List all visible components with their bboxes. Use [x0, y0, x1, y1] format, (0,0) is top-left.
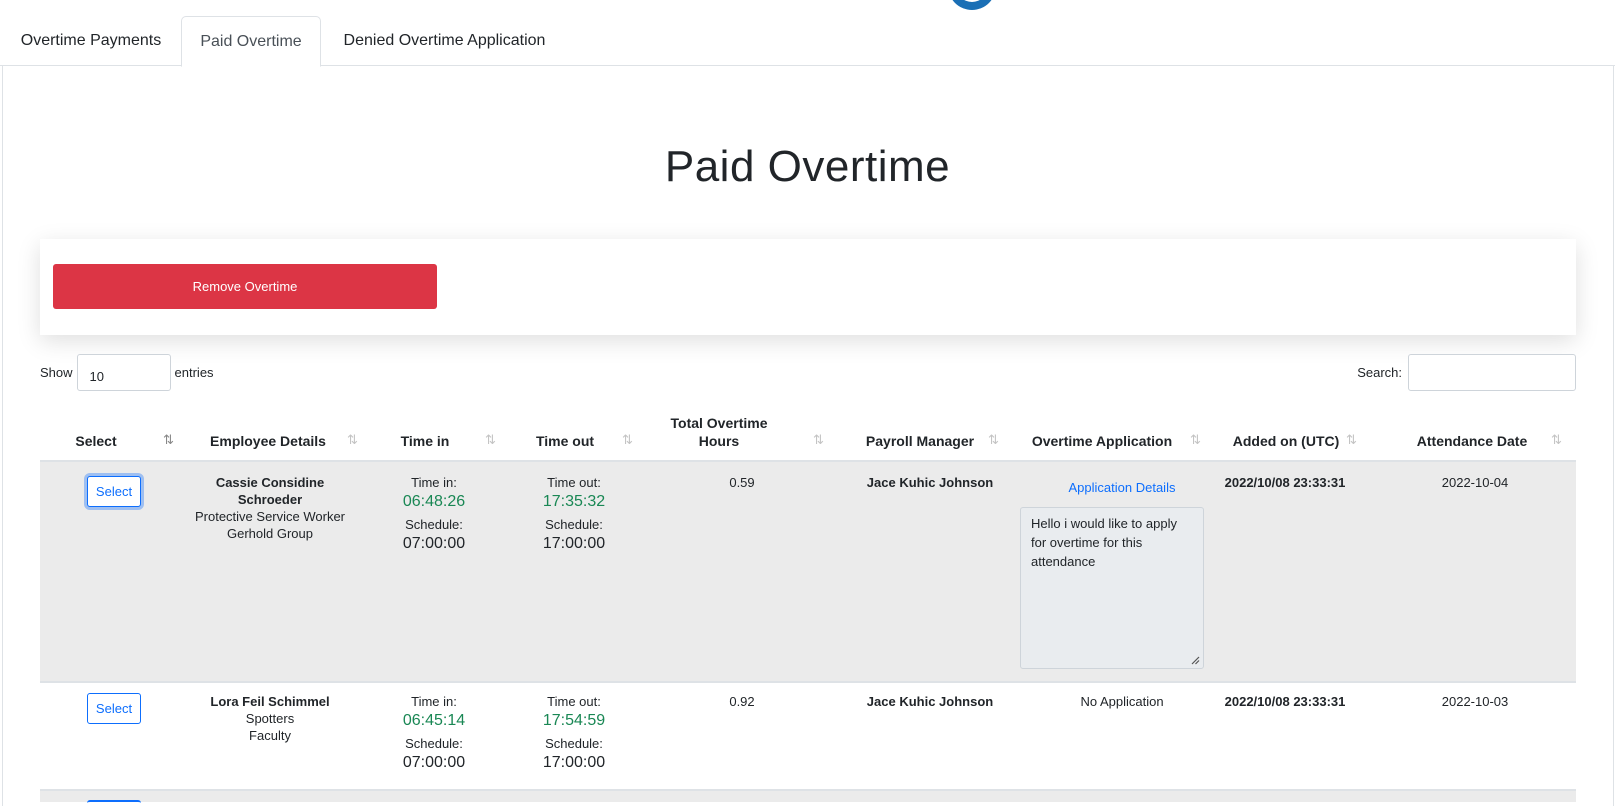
- added-on: 2022/10/08 23:33:31: [1224, 694, 1346, 709]
- sort-icon[interactable]: ⇅: [1346, 432, 1357, 448]
- attendance-date: 2022-10-04: [1441, 475, 1509, 490]
- schedule-label: Schedule:: [545, 736, 603, 751]
- schedule-in-value: 07:00:00: [402, 754, 466, 771]
- employee-name: Lora Feil Schimmel: [210, 694, 330, 709]
- time-in-cell: Time in: 06:45:14 Schedule: 07:00:00: [384, 693, 484, 771]
- time-out-cell: Time out: 17:54:59 Schedule: 17:00:00: [524, 693, 624, 771]
- schedule-label: Schedule:: [405, 736, 463, 751]
- employee-position: Spotters: [245, 711, 295, 726]
- schedule-out-value: 17:00:00: [542, 535, 606, 552]
- employee-company: Gerhold Group: [227, 526, 313, 541]
- time-in-label: Time in:: [411, 475, 457, 490]
- entries-length-control: Show 10 entries: [40, 354, 214, 391]
- tab-bar: Overtime Payments Paid Overtime Denied O…: [0, 16, 1615, 67]
- sort-icon[interactable]: ⇅: [485, 432, 496, 448]
- col-header-payroll-manager[interactable]: Payroll Manager: [850, 432, 990, 450]
- select-button[interactable]: Select: [87, 693, 141, 724]
- action-card: Remove Overtime: [40, 239, 1576, 335]
- schedule-out-value: 17:00:00: [542, 754, 606, 771]
- tab-denied-overtime-application[interactable]: Denied Overtime Application: [322, 16, 567, 66]
- sort-icon[interactable]: ⇅: [1551, 432, 1562, 448]
- payroll-manager: Jace Kuhic Johnson: [866, 475, 994, 490]
- employee-company: Faculty: [249, 728, 291, 743]
- total-overtime-hours: 0.59: [729, 475, 755, 490]
- show-label: Show: [40, 365, 73, 380]
- logo-fragment: [948, 0, 996, 10]
- time-in-value: 06:45:14: [402, 712, 466, 729]
- employee-name: Cassie Considine Schroeder: [215, 475, 325, 507]
- time-out-label: Time out:: [547, 694, 601, 709]
- attendance-date: 2022-10-03: [1441, 694, 1509, 709]
- added-on: 2022/10/08 23:33:31: [1224, 475, 1346, 490]
- schedule-label: Schedule:: [545, 517, 603, 532]
- time-in-value: 06:48:26: [402, 493, 466, 510]
- application-status: No Application: [1080, 694, 1164, 709]
- sort-icon[interactable]: ⇅: [347, 432, 358, 448]
- application-text[interactable]: Hello i would like to apply for overtime…: [1020, 507, 1204, 669]
- table-row: [40, 791, 1576, 802]
- employee-details: Cassie Considine Schroeder Protective Se…: [190, 474, 350, 542]
- application-details-link[interactable]: Application Details: [1030, 479, 1214, 496]
- total-overtime-hours: 0.92: [729, 694, 755, 709]
- time-in-cell: Time in: 06:48:26 Schedule: 07:00:00: [384, 474, 484, 552]
- schedule-label: Schedule:: [405, 517, 463, 532]
- schedule-in-value: 07:00:00: [402, 535, 466, 552]
- col-header-select[interactable]: Select: [65, 432, 127, 450]
- sort-ascending-icon[interactable]: ⇅: [163, 432, 174, 448]
- col-header-time-in[interactable]: Time in: [390, 432, 460, 450]
- col-header-total-overtime-hours[interactable]: Total Overtime Hours: [669, 414, 769, 450]
- tab-overtime-payments[interactable]: Overtime Payments: [0, 16, 182, 66]
- col-header-added-on[interactable]: Added on (UTC): [1216, 432, 1356, 450]
- search-label: Search:: [1357, 365, 1402, 380]
- entries-select[interactable]: 10: [76, 354, 171, 391]
- entries-label: entries: [174, 365, 214, 380]
- sort-icon[interactable]: ⇅: [988, 432, 999, 448]
- sort-icon[interactable]: ⇅: [813, 432, 824, 448]
- time-in-label: Time in:: [411, 694, 457, 709]
- table-row: Select Lora Feil Schimmel Spotters Facul…: [40, 683, 1576, 791]
- col-header-time-out[interactable]: Time out: [530, 432, 600, 450]
- table-row: Select Cassie Considine Schroeder Protec…: [40, 462, 1576, 683]
- search-input[interactable]: [1408, 354, 1576, 391]
- sort-icon[interactable]: ⇅: [622, 432, 633, 448]
- col-header-overtime-application[interactable]: Overtime Application: [1023, 432, 1181, 450]
- col-header-employee-details[interactable]: Employee Details: [203, 432, 333, 450]
- table-header: Select ⇅ Employee Details ⇅ Time in ⇅ Ti…: [40, 410, 1576, 462]
- time-out-value: 17:35:32: [542, 493, 606, 510]
- employee-details: Lora Feil Schimmel Spotters Faculty: [190, 693, 350, 744]
- time-out-value: 17:54:59: [542, 712, 606, 729]
- page-title: Paid Overtime: [664, 142, 951, 191]
- select-button[interactable]: [87, 800, 141, 804]
- tab-paid-overtime[interactable]: Paid Overtime: [181, 16, 321, 67]
- time-out-cell: Time out: 17:35:32 Schedule: 17:00:00: [524, 474, 624, 552]
- sort-icon[interactable]: ⇅: [1190, 432, 1201, 448]
- select-button[interactable]: Select: [87, 476, 141, 507]
- col-header-attendance-date[interactable]: Attendance Date: [1397, 432, 1547, 450]
- remove-overtime-button[interactable]: Remove Overtime: [53, 264, 437, 309]
- resize-grip-icon[interactable]: [1190, 655, 1200, 665]
- time-out-label: Time out:: [547, 475, 601, 490]
- table-search: Search:: [1357, 354, 1576, 391]
- payroll-manager: Jace Kuhic Johnson: [866, 694, 994, 709]
- employee-position: Protective Service Worker: [194, 509, 346, 524]
